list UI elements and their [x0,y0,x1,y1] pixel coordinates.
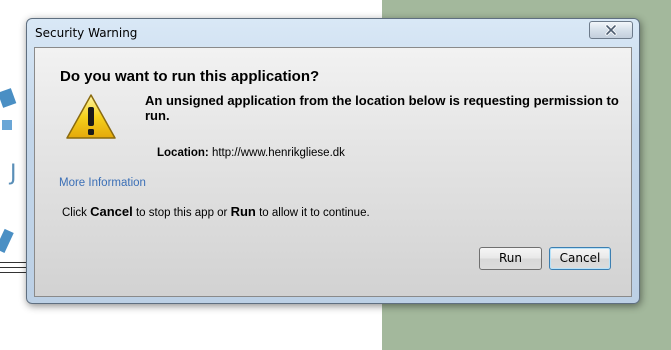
close-icon [605,24,617,36]
close-button[interactable] [589,21,633,39]
run-button[interactable]: Run [479,247,542,270]
dialog-heading: Do you want to run this application? [60,68,320,85]
instruction-prefix: Click [62,207,87,219]
svg-text:J: J [8,161,17,186]
location-value: http://www.henrikgliese.dk [211,147,345,159]
cancel-button[interactable]: Cancel [549,247,611,270]
location-label: Location: [157,147,209,159]
instruction-text: Click Cancel to stop this app or Run to … [62,204,370,219]
instruction-middle: to stop this app or [135,207,228,219]
window-title: Security Warning [35,26,138,40]
security-warning-dialog: Security Warning Do you want to run this… [26,18,640,304]
dialog-content: Do you want to run this application? An … [34,47,632,297]
title-bar[interactable]: Security Warning [27,19,639,47]
instruction-run-word: Run [230,204,256,219]
instruction-suffix: to allow it to continue. [259,207,370,219]
location-row: Location: http://www.henrikgliese.dk [157,147,345,159]
instruction-cancel-word: Cancel [90,204,133,219]
dialog-message: An unsigned application from the locatio… [145,93,619,123]
more-information-link[interactable]: More Information [59,177,146,189]
warning-icon [65,93,117,141]
